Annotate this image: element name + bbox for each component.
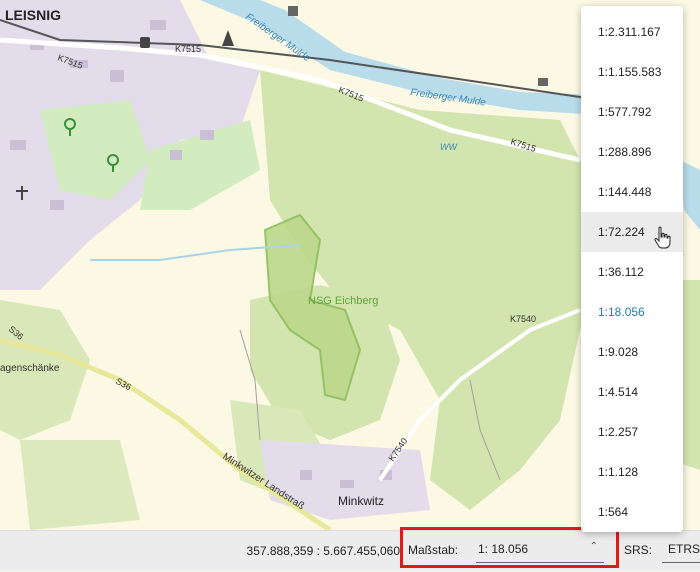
- scale-option[interactable]: 1:9.028: [581, 332, 683, 372]
- srs-label: SRS:: [624, 543, 653, 557]
- scale-option[interactable]: 1:1.155.583: [581, 52, 683, 92]
- scale-option[interactable]: 1:577.792: [581, 92, 683, 132]
- scale-option[interactable]: 1:2.257: [581, 412, 683, 452]
- forest-area: [20, 440, 140, 530]
- scale-option[interactable]: 1:1.128: [581, 452, 683, 492]
- place-label: agenschänke: [0, 363, 60, 374]
- scale-option[interactable]: 1:564: [581, 492, 683, 532]
- nature-reserve-label: NSG Eichberg: [308, 295, 378, 307]
- chevron-up-icon: ⌃: [589, 541, 598, 552]
- road-label: K7540: [510, 314, 536, 324]
- building-icon: [538, 78, 548, 86]
- water-works-label: WW: [440, 142, 458, 152]
- scale-value: 1: 18.056: [478, 542, 529, 556]
- scale-option[interactable]: 1:2.311.167: [581, 12, 683, 52]
- town-label: LEISNIG: [5, 7, 61, 23]
- scale-option[interactable]: 1:288.896: [581, 132, 683, 172]
- scale-option-selected[interactable]: 1:18.056: [581, 292, 683, 332]
- building-icon: [288, 6, 298, 16]
- srs-value: ETRS: [668, 542, 700, 556]
- coordinate-readout: 357.888,359 : 5.667.455,060: [246, 544, 400, 558]
- scale-dropdown: 1:2.311.167 1:1.155.583 1:577.792 1:288.…: [581, 6, 683, 532]
- scale-select[interactable]: 1: 18.056 ⌃: [476, 538, 604, 563]
- scale-option[interactable]: 1:144.448: [581, 172, 683, 212]
- road-label: K7515: [175, 44, 201, 54]
- train-icon: [140, 37, 150, 48]
- scale-label: Maßstab:: [408, 543, 459, 557]
- srs-select[interactable]: ETRS: [662, 538, 700, 563]
- hand-cursor-icon: [653, 226, 673, 250]
- scale-option[interactable]: 1:36.112: [581, 252, 683, 292]
- village-label: Minkwitz: [338, 494, 384, 508]
- scale-option[interactable]: 1:4.514: [581, 372, 683, 412]
